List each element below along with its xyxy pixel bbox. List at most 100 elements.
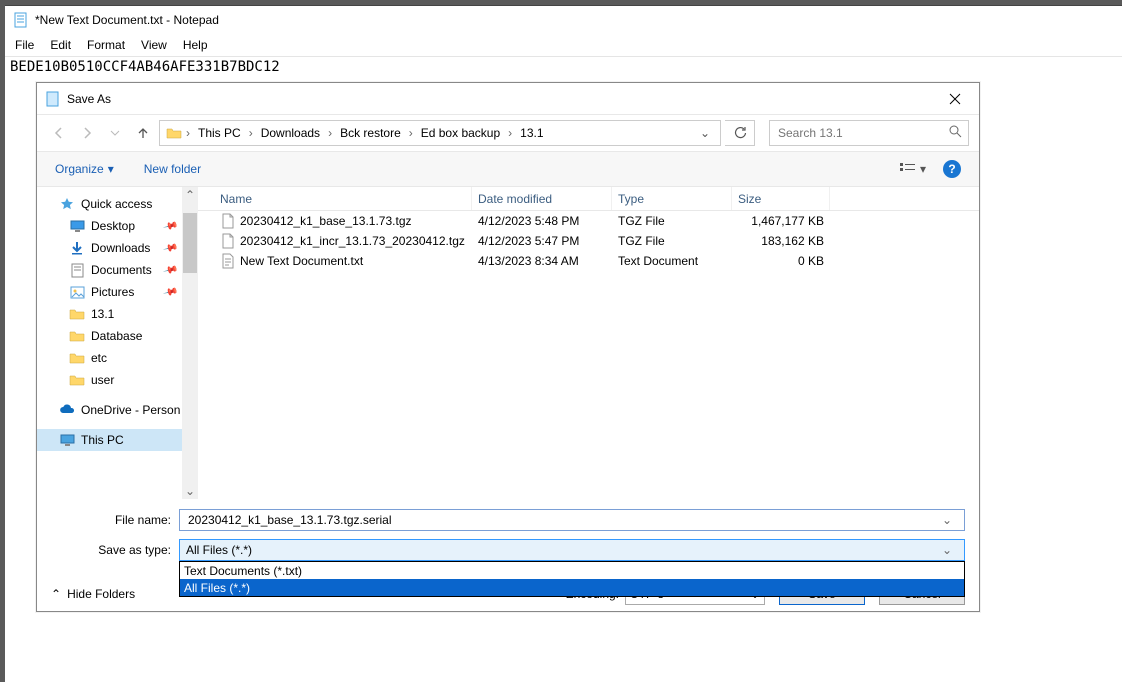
folder-icon xyxy=(69,350,85,366)
tree-quick-access[interactable]: Quick access xyxy=(37,193,182,215)
chevron-up-icon: ⌃ xyxy=(51,587,61,601)
folder-icon xyxy=(69,306,85,322)
breadcrumb-dropdown[interactable]: ⌄ xyxy=(694,126,716,140)
breadcrumb[interactable]: › This PC› Downloads› Bck restore› Ed bo… xyxy=(159,120,721,146)
notepad-title: *New Text Document.txt - Notepad xyxy=(35,13,219,27)
arrow-left-icon xyxy=(52,126,66,140)
pin-icon: 📌 xyxy=(162,240,178,256)
tree-onedrive[interactable]: OneDrive - Person xyxy=(37,399,182,421)
menu-view[interactable]: View xyxy=(141,38,167,52)
pin-icon: 📌 xyxy=(162,218,178,234)
bc-edbox[interactable]: Ed box backup xyxy=(415,121,506,145)
search-icon xyxy=(949,125,962,141)
tree-this-pc[interactable]: This PC xyxy=(37,429,182,451)
saveas-titlebar: Save As xyxy=(37,83,979,115)
folder-icon xyxy=(69,328,85,344)
documents-icon xyxy=(69,262,85,278)
tree-item-pictures[interactable]: Pictures📌 xyxy=(37,281,182,303)
menu-help[interactable]: Help xyxy=(183,38,208,52)
scroll-thumb[interactable] xyxy=(183,213,197,273)
chevron-down-icon[interactable]: ⌄ xyxy=(942,543,958,557)
address-bar-row: › This PC› Downloads› Bck restore› Ed bo… xyxy=(37,115,979,151)
tree-item-downloads[interactable]: Downloads📌 xyxy=(37,237,182,259)
nav-back-button[interactable] xyxy=(47,121,71,145)
pin-icon: 📌 xyxy=(162,262,178,278)
file-list: Name Date modified Type Size 20230412_k1… xyxy=(198,187,979,499)
savetype-option-all[interactable]: All Files (*.*) xyxy=(180,579,964,596)
hide-folders-button[interactable]: ⌃ Hide Folders xyxy=(51,587,135,601)
tree-item-desktop[interactable]: Desktop📌 xyxy=(37,215,182,237)
scroll-up-icon[interactable]: ⌃ xyxy=(182,187,198,203)
organize-menu[interactable]: Organize▾ xyxy=(55,162,114,176)
close-icon xyxy=(949,93,961,105)
saveas-title: Save As xyxy=(67,92,935,106)
arrow-up-icon xyxy=(136,126,150,140)
save-as-dialog: Save As › This PC› Downloads› Bck restor… xyxy=(36,82,980,612)
col-date[interactable]: Date modified xyxy=(472,187,612,210)
nav-tree: Quick access Desktop📌Downloads📌Documents… xyxy=(37,187,182,499)
menu-file[interactable]: File xyxy=(15,38,34,52)
new-folder-button[interactable]: New folder xyxy=(144,162,201,176)
file-icon xyxy=(220,213,236,229)
refresh-button[interactable] xyxy=(725,120,755,146)
close-button[interactable] xyxy=(935,85,975,113)
nav-fwd-button[interactable] xyxy=(75,121,99,145)
pin-icon: 📌 xyxy=(162,284,178,300)
tree-item-etc[interactable]: etc xyxy=(37,347,182,369)
chevron-down-icon: ▾ xyxy=(108,162,114,176)
file-row[interactable]: New Text Document.txt4/13/2023 8:34 AMTe… xyxy=(198,251,979,271)
col-type[interactable]: Type xyxy=(612,187,732,210)
file-row[interactable]: 20230412_k1_incr_13.1.73_20230412.tgz4/1… xyxy=(198,231,979,251)
menu-edit[interactable]: Edit xyxy=(50,38,71,52)
pictures-icon xyxy=(69,284,85,300)
scroll-down-icon[interactable]: ⌄ xyxy=(182,483,198,499)
saveas-title-icon xyxy=(45,91,61,107)
filename-label: File name: xyxy=(51,513,179,527)
notepad-icon xyxy=(13,12,29,28)
notepad-titlebar: *New Text Document.txt - Notepad xyxy=(5,6,1122,34)
star-icon xyxy=(59,196,75,212)
bc-thispc[interactable]: This PC xyxy=(192,121,247,145)
saveas-toolbar: Organize▾ New folder ▾ ? xyxy=(37,151,979,187)
tree-item-user[interactable]: user xyxy=(37,369,182,391)
tree-item-documents[interactable]: Documents📌 xyxy=(37,259,182,281)
folder-icon xyxy=(69,372,85,388)
nav-up-button[interactable] xyxy=(131,121,155,145)
refresh-icon xyxy=(733,126,747,140)
desktop-icon xyxy=(69,218,85,234)
notepad-textarea[interactable]: BEDE10B0510CCF4AB46AFE331B7BDC12 xyxy=(5,56,1122,77)
savetype-dropdown: Text Documents (*.txt) All Files (*.*) xyxy=(179,561,965,597)
col-size[interactable]: Size xyxy=(732,187,830,210)
file-list-header[interactable]: Name Date modified Type Size xyxy=(198,187,979,211)
folder-icon xyxy=(164,123,184,143)
menu-format[interactable]: Format xyxy=(87,38,125,52)
search-input[interactable] xyxy=(776,125,949,141)
chevron-down-icon[interactable]: ⌄ xyxy=(942,513,958,527)
cloud-icon xyxy=(59,402,75,418)
file-icon xyxy=(220,253,236,269)
help-button[interactable]: ? xyxy=(943,160,961,178)
recent-dropdown[interactable] xyxy=(103,121,127,145)
savetype-combo[interactable]: All Files (*.*) ⌄ Text Documents (*.txt)… xyxy=(179,539,965,561)
chevron-down-icon xyxy=(110,128,120,138)
bc-downloads[interactable]: Downloads xyxy=(255,121,326,145)
tree-scrollbar[interactable]: ⌃ ⌄ xyxy=(182,187,198,499)
saveas-fields: File name: ⌄ Save as type: All Files (*.… xyxy=(37,499,979,573)
chevron-right-icon: › xyxy=(184,126,192,140)
col-name[interactable]: Name xyxy=(214,187,472,210)
savetype-label: Save as type: xyxy=(51,543,179,557)
tree-item-database[interactable]: Database xyxy=(37,325,182,347)
arrow-right-icon xyxy=(80,126,94,140)
help-icon: ? xyxy=(948,162,955,176)
search-box[interactable] xyxy=(769,120,969,146)
filename-combo[interactable]: ⌄ xyxy=(179,509,965,531)
downloads-icon xyxy=(69,240,85,256)
filename-input[interactable] xyxy=(186,512,942,528)
bc-131[interactable]: 13.1 xyxy=(514,121,549,145)
tree-item-13-1[interactable]: 13.1 xyxy=(37,303,182,325)
savetype-option-txt[interactable]: Text Documents (*.txt) xyxy=(180,562,964,579)
view-mode-button[interactable]: ▾ xyxy=(895,157,931,181)
savetype-value: All Files (*.*) xyxy=(186,543,252,557)
file-row[interactable]: 20230412_k1_base_13.1.73.tgz4/12/2023 5:… xyxy=(198,211,979,231)
bc-bckrestore[interactable]: Bck restore xyxy=(334,121,407,145)
